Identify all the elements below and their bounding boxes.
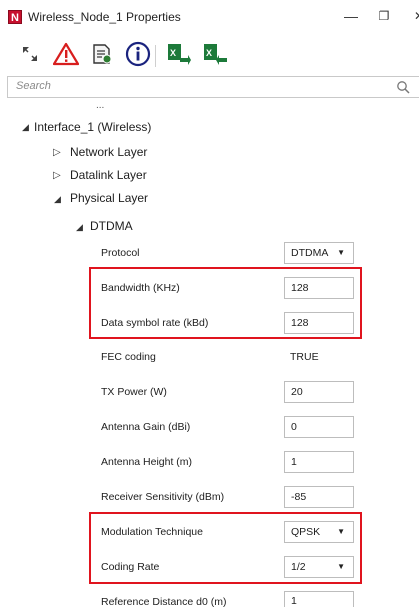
- window-title: Wireless_Node_1 Properties: [28, 10, 181, 24]
- app-logo-icon: N: [8, 10, 22, 24]
- highlight-box-modulation-coding: [89, 512, 362, 584]
- collapse-triangle-icon[interactable]: ◢: [76, 222, 83, 233]
- property-label: Protocol: [101, 247, 140, 259]
- reference-distance-input[interactable]: 1: [284, 591, 354, 607]
- warning-icon[interactable]: [52, 40, 80, 68]
- property-label: Antenna Height (m): [101, 456, 193, 468]
- tree-item-dtdma[interactable]: DTDMA: [90, 219, 133, 233]
- info-icon[interactable]: [124, 40, 152, 68]
- expand-triangle-icon[interactable]: ▷: [53, 147, 61, 158]
- expand-triangle-icon[interactable]: ▷: [53, 170, 61, 181]
- svg-text:X: X: [170, 48, 176, 58]
- title-bar: N Wireless_Node_1 Properties — ❐ ✕: [0, 0, 419, 36]
- toolbar-divider: [155, 45, 156, 67]
- property-label: Reference Distance d0 (m): [101, 596, 227, 608]
- property-label: TX Power (W): [101, 386, 167, 398]
- receiver-sensitivity-input[interactable]: -85: [284, 486, 354, 508]
- tree-item-network-layer[interactable]: Network Layer: [70, 145, 147, 159]
- tx-power-input[interactable]: 20: [284, 381, 354, 403]
- tree-item-datalink-layer[interactable]: Datalink Layer: [70, 168, 147, 182]
- protocol-select[interactable]: DTDMA ▼: [284, 242, 354, 264]
- svg-text:X: X: [206, 48, 212, 58]
- import-excel-icon[interactable]: X: [201, 40, 229, 68]
- protocol-value: DTDMA: [291, 247, 329, 259]
- highlight-box-bandwidth-symbol-rate: [89, 267, 362, 339]
- toolbar: X X: [0, 36, 419, 76]
- truncated-tree-item: ...: [96, 100, 105, 111]
- export-excel-icon[interactable]: X: [165, 40, 193, 68]
- minimize-button[interactable]: —: [337, 4, 365, 28]
- antenna-height-input[interactable]: 1: [284, 451, 354, 473]
- property-label: FEC coding: [101, 351, 156, 363]
- search-icon[interactable]: [396, 80, 410, 94]
- close-button[interactable]: ✕: [405, 4, 419, 28]
- dropdown-caret-icon: ▼: [337, 248, 345, 257]
- collapse-triangle-icon[interactable]: ◢: [22, 122, 29, 133]
- restore-button[interactable]: ❐: [370, 4, 398, 28]
- property-label: Antenna Gain (dBi): [101, 421, 191, 433]
- tree-item-interface[interactable]: Interface_1 (Wireless): [34, 120, 151, 134]
- property-label: Receiver Sensitivity (dBm): [101, 491, 225, 503]
- document-settings-icon[interactable]: [88, 40, 116, 68]
- resize-arrows-icon[interactable]: [16, 40, 44, 68]
- collapse-triangle-icon[interactable]: ◢: [54, 194, 61, 205]
- antenna-gain-input[interactable]: 0: [284, 416, 354, 438]
- tree-item-physical-layer[interactable]: Physical Layer: [70, 191, 148, 205]
- search-input[interactable]: [16, 80, 376, 92]
- fec-coding-value: TRUE: [290, 351, 319, 363]
- search-box[interactable]: [7, 76, 419, 98]
